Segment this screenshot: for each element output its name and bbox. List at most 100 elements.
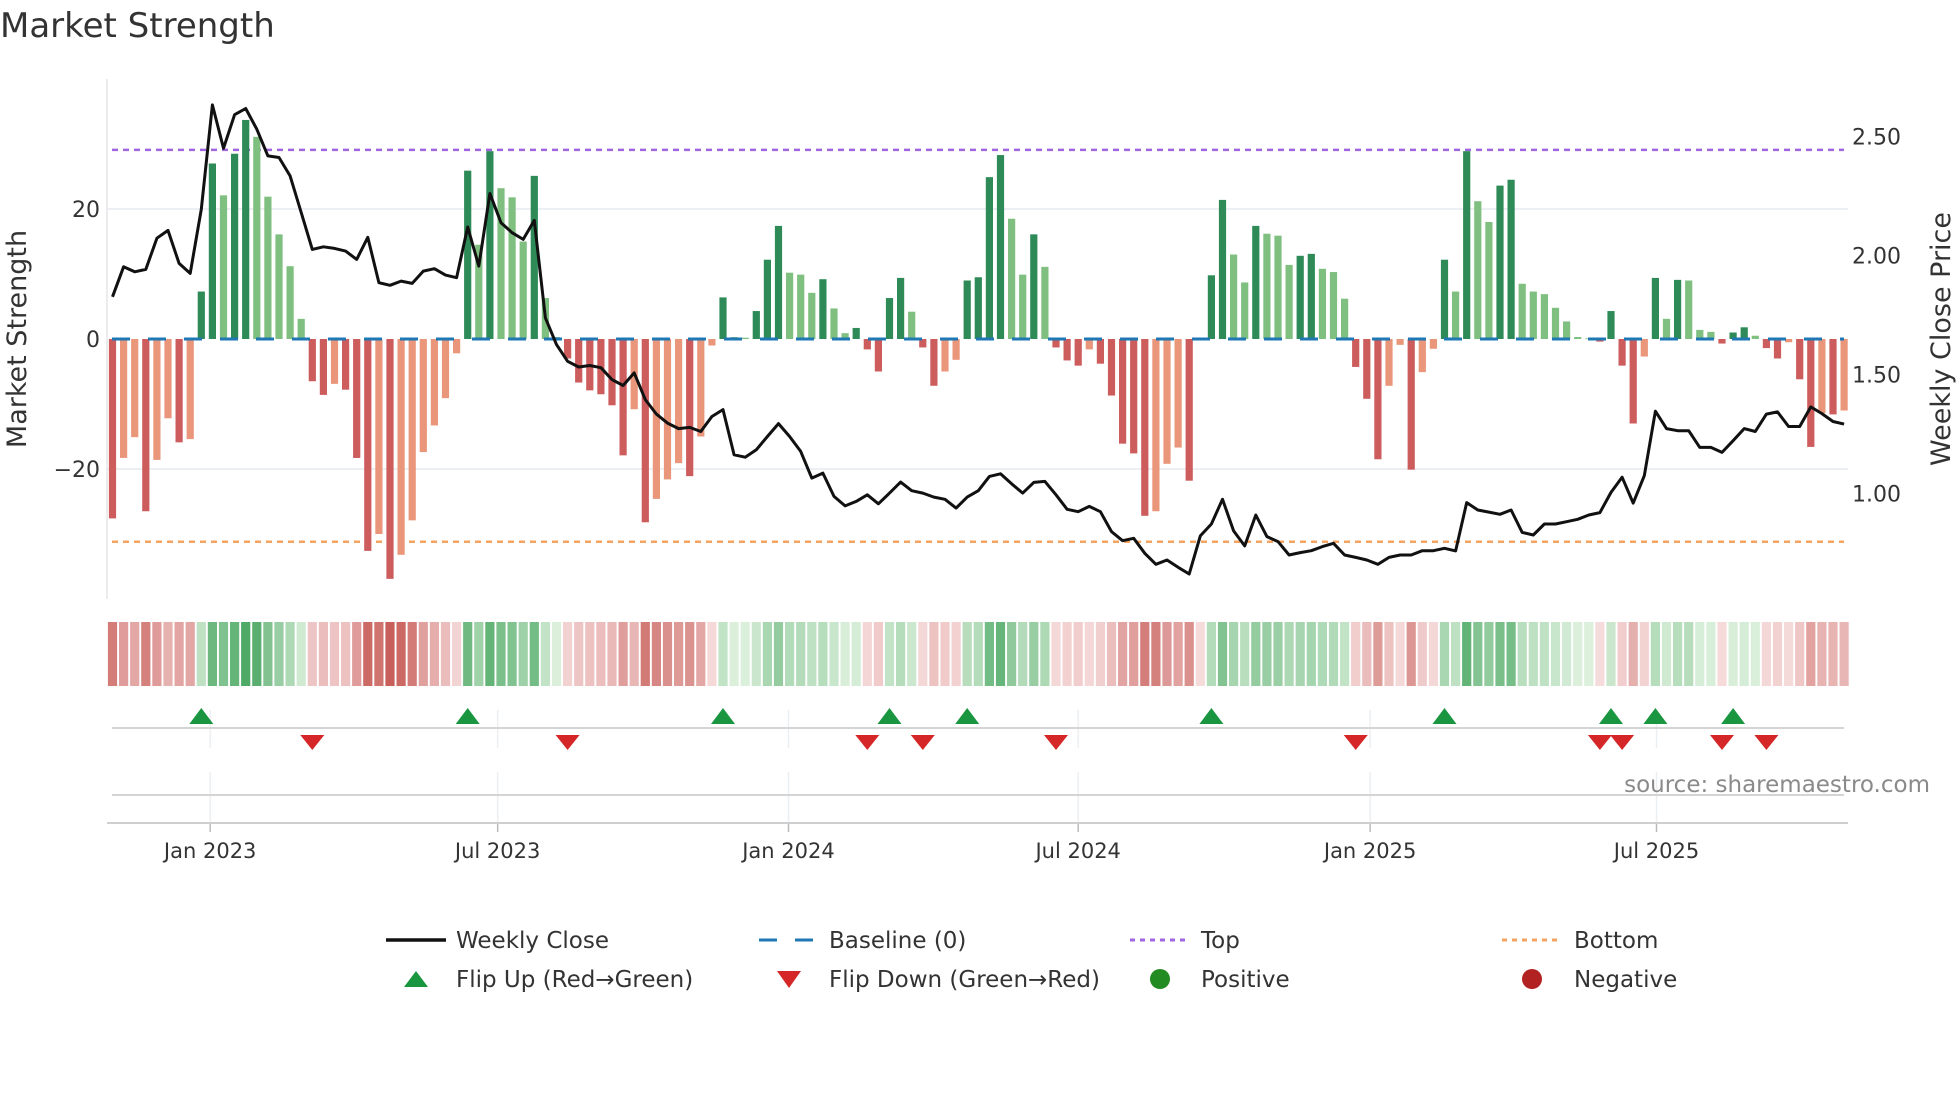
strength-heat-cell [907,622,917,686]
strength-heat-cell [1495,622,1505,686]
strength-bar [774,225,783,339]
strength-heat-cell [1595,622,1605,686]
strength-bar [1241,282,1249,339]
strength-bar [1185,339,1193,481]
strength-bar [697,339,705,437]
strength-heat-cell [252,622,262,686]
strength-bar [1163,339,1171,464]
triangle-up-icon [404,971,428,987]
strength-heat-cell [429,622,439,686]
strength-bar [1252,225,1260,339]
strength-bar [663,339,672,480]
strength-bar [1174,339,1182,448]
strength-bar [242,119,250,339]
strength-heat-cell [474,622,484,686]
strength-bar [1840,339,1848,411]
strength-bar [375,339,383,534]
strength-heat-cell [1673,622,1683,686]
strength-bar [1640,339,1648,357]
strength-heat-cell [1184,622,1194,686]
strength-heat-cell [1828,622,1838,686]
strength-heat-cell [1106,622,1117,686]
strength-bar [1207,275,1215,339]
strength-bar [930,339,938,386]
strength-bar [908,311,916,339]
strength-bar [430,339,438,426]
strength-heat-cell [1806,622,1816,686]
strength-bar [1418,339,1426,373]
strength-heat-cell [463,622,473,686]
strength-heat-cell [651,622,661,686]
strength-bar [142,339,150,512]
strength-heat-cell [1439,622,1450,686]
strength-bar [1218,199,1227,339]
strength-heat-cell [1717,622,1727,686]
strength-heat-cell [185,622,195,686]
strength-heat-cell [540,622,550,686]
flip-down-marker [1754,735,1779,750]
strength-bar [1529,291,1537,339]
flip-down-marker [555,735,580,750]
strength-bar [1407,339,1415,470]
x-tick-label: Jan 2023 [162,839,257,863]
strength-heat-cell [1728,622,1738,686]
strength-bar [219,195,228,339]
strength-heat-cell [241,622,251,686]
strength-bar [885,298,894,339]
strength-bar [985,177,993,339]
flip-down-marker [1343,735,1368,750]
strength-bar [619,339,627,456]
strength-heat-cell [851,622,861,686]
strength-bar [264,196,272,339]
legend-label: Flip Down (Green→Red) [829,967,1100,993]
strength-bar [1496,185,1504,339]
strength-bar [186,339,194,440]
strength-bar [1440,259,1449,339]
flip-down-marker [1587,735,1612,750]
strength-heat-cell [563,622,573,686]
strength-bar [153,339,161,460]
strength-bar [1363,339,1371,399]
strength-bar [1829,339,1837,415]
strength-bar [330,339,339,384]
strength-bar [852,327,860,339]
strength-bar [1618,339,1626,366]
y-axis-label: Market Strength [2,230,33,448]
strength-heat-cell [629,622,639,686]
strength-bar [963,280,971,339]
strength-heat-cell [1417,622,1427,686]
strength-heat-cell [984,622,994,686]
strength-heat-cell [1317,622,1327,686]
strength-heat-cell [1140,622,1150,686]
strength-bar [1329,272,1338,339]
legend-label: Negative [1574,967,1677,993]
strength-bar [1263,233,1271,339]
strength-heat-cell [1373,622,1383,686]
strength-heat-cell [884,622,895,686]
strength-bar [1807,339,1815,447]
strength-bar [808,292,816,339]
market-strength-chart: 20 0 −20 2.50 2.00 1.50 1.00 Market Strength Wee… [2,79,1957,993]
strength-heat-cell [230,622,240,686]
strength-bar [874,339,882,372]
strength-bar [1152,339,1160,512]
strength-bar [1130,339,1138,454]
strength-bar [1096,339,1104,364]
strength-heat-cell [962,622,972,686]
flip-down-marker [300,735,325,750]
strength-heat-cell [1650,622,1660,686]
strength-heat-cell [318,622,328,686]
strength-heat-cell [729,622,739,686]
strength-heat-cell [1062,622,1072,686]
strength-bar [519,241,527,339]
strength-heat-cell [296,622,306,686]
strength-heat-cell [407,622,417,686]
strength-heat-cell [840,622,850,686]
strength-heat-cell [119,622,129,686]
x-tick-label: Jul 2025 [1612,839,1699,863]
x-tick-label: Jan 2024 [740,839,835,863]
strength-bar [1019,274,1027,339]
strength-heat-cell [618,622,628,686]
strength-heat-cell [1406,622,1416,686]
strength-heat-cell [341,622,351,686]
